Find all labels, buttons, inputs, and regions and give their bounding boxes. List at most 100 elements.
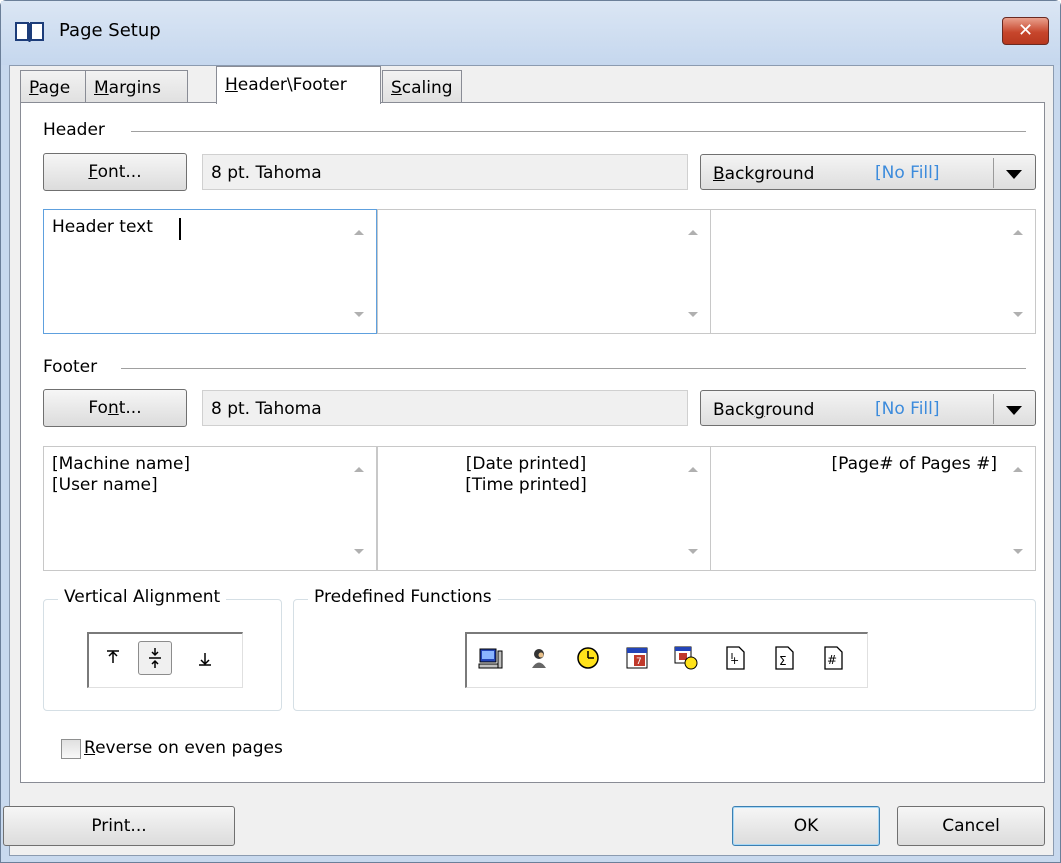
header-font-label: ont... [97, 162, 142, 182]
footer-left-text: [Machine name] [User name] [52, 454, 191, 495]
predefined-functions-title: Predefined Functions [308, 587, 498, 607]
footer-background-fill: [No Fill] [875, 399, 940, 419]
footer-font-label-pre: Fo [88, 398, 108, 418]
close-button[interactable]: ✕ [1002, 17, 1049, 45]
user-name-icon[interactable] [522, 641, 556, 675]
svg-text:7: 7 [636, 657, 642, 667]
header-divider [131, 131, 1026, 132]
footer-background-separator [993, 394, 994, 424]
footer-font-button[interactable]: Font... [43, 389, 187, 427]
scroll-up-icon [354, 467, 364, 472]
footer-center-scrollbar[interactable] [676, 447, 710, 570]
footer-right-textbox[interactable]: [Page# of Pages #] [710, 446, 1036, 571]
svg-text:Σ: Σ [779, 654, 787, 668]
footer-center-textbox[interactable]: [Date printed] [Time printed] [377, 446, 711, 571]
align-center-icon[interactable] [138, 641, 172, 675]
chevron-down-icon [1006, 170, 1022, 179]
reverse-checkbox[interactable] [61, 739, 81, 759]
footer-font-value: 8 pt. Tahoma [202, 390, 688, 426]
scroll-down-icon [1013, 549, 1023, 554]
ok-button[interactable]: OK [732, 806, 880, 846]
header-right-textbox[interactable] [710, 209, 1036, 334]
scroll-up-icon [1013, 230, 1023, 235]
header-background-dropdown[interactable]: Background [No Fill] [700, 154, 1036, 190]
header-left-textbox[interactable]: Header text [43, 209, 377, 334]
title-bar[interactable]: Page Setup ✕ [1, 1, 1060, 65]
page-setup-window: Page Setup ✕ Page Margins Header\Footer … [0, 0, 1061, 863]
header-font-mnemonic: F [88, 162, 98, 182]
scroll-up-icon [1013, 467, 1023, 472]
vertical-alignment-toolbar [87, 632, 243, 688]
header-background-mnemonic: B [713, 164, 725, 184]
reverse-checkbox-label[interactable]: Reverse on even pages [84, 738, 283, 758]
align-top-icon[interactable] [96, 641, 130, 675]
print-button[interactable]: Print... [3, 806, 235, 846]
scroll-down-icon [354, 312, 364, 317]
scroll-up-icon [354, 230, 364, 235]
footer-left-scrollbar[interactable] [342, 447, 376, 570]
window-title: Page Setup [59, 20, 161, 41]
footer-background-label-pre: Back [713, 400, 755, 420]
scroll-down-icon [354, 549, 364, 554]
scroll-down-icon [688, 549, 698, 554]
footer-right-scrollbar[interactable] [1001, 447, 1035, 570]
header-footer-panel: Header Font... 8 pt. Tahoma Background [… [20, 102, 1045, 783]
tab-margins-mnemonic: M [94, 78, 109, 98]
tab-scaling-mnemonic: S [391, 78, 402, 98]
date-time-icon[interactable] [669, 641, 703, 675]
footer-divider [121, 368, 1026, 369]
header-background-fill: [No Fill] [875, 163, 940, 183]
header-center-textbox[interactable] [377, 209, 711, 334]
reverse-mnemonic: R [84, 738, 96, 758]
header-center-scrollbar[interactable] [676, 210, 710, 333]
scroll-up-icon [688, 230, 698, 235]
dialog-client: Page Margins Header\Footer Scaling Heade… [3, 65, 1054, 856]
header-left-scrollbar[interactable] [342, 210, 376, 333]
page-of-pages-icon[interactable]: # [816, 641, 850, 675]
tab-margins[interactable]: Margins [85, 70, 188, 103]
predefined-functions-toolbar: 7 + Σ # [465, 632, 868, 688]
footer-font-label: t... [118, 398, 142, 418]
book-icon [15, 22, 44, 42]
total-pages-icon[interactable]: Σ [767, 641, 801, 675]
tab-page-label: age [38, 78, 71, 98]
footer-left-textbox[interactable]: [Machine name] [User name] [43, 446, 377, 571]
reverse-label-rest: everse on even pages [95, 738, 283, 758]
scroll-down-icon [688, 312, 698, 317]
header-background-separator [993, 158, 994, 188]
tab-header-footer[interactable]: Header\Footer [216, 66, 381, 104]
chevron-down-icon [1006, 406, 1022, 415]
machine-name-icon[interactable] [473, 641, 507, 675]
header-background-label: Background [713, 164, 814, 184]
svg-text:#: # [827, 653, 837, 667]
footer-background-dropdown[interactable]: Background [No Fill] [700, 390, 1036, 426]
tab-page[interactable]: Page [20, 70, 86, 103]
footer-background-mnemonic: g [754, 400, 766, 420]
footer-right-text: [Page# of Pages #] [831, 454, 997, 474]
cancel-button[interactable]: Cancel [897, 806, 1045, 846]
scroll-down-icon [1013, 312, 1023, 317]
svg-text:+: + [730, 654, 739, 667]
footer-background-label: Background [713, 400, 814, 420]
footer-section-title: Footer [43, 357, 98, 377]
tab-header-footer-label: eader\Footer [237, 75, 347, 95]
time-printed-icon[interactable] [571, 641, 605, 675]
date-printed-icon[interactable]: 7 [620, 641, 654, 675]
footer-background-label-rest: round [765, 400, 815, 420]
header-left-text: Header text [52, 217, 153, 237]
tab-margins-label: argins [108, 78, 161, 98]
tab-page-mnemonic: P [29, 78, 39, 98]
tab-scaling-label: caling [401, 78, 453, 98]
page-number-icon[interactable]: + [718, 641, 752, 675]
header-right-scrollbar[interactable] [1001, 210, 1035, 333]
vertical-alignment-title: Vertical Alignment [58, 587, 227, 607]
tab-header-footer-mnemonic: H [225, 75, 238, 95]
align-bottom-icon[interactable] [188, 641, 222, 675]
close-icon: ✕ [1017, 20, 1034, 41]
header-font-button[interactable]: Font... [43, 153, 187, 191]
tab-scaling[interactable]: Scaling [382, 70, 462, 103]
header-section-title: Header [43, 120, 105, 140]
scroll-up-icon [688, 467, 698, 472]
footer-font-mnemonic: n [107, 398, 119, 418]
text-caret [179, 218, 181, 240]
